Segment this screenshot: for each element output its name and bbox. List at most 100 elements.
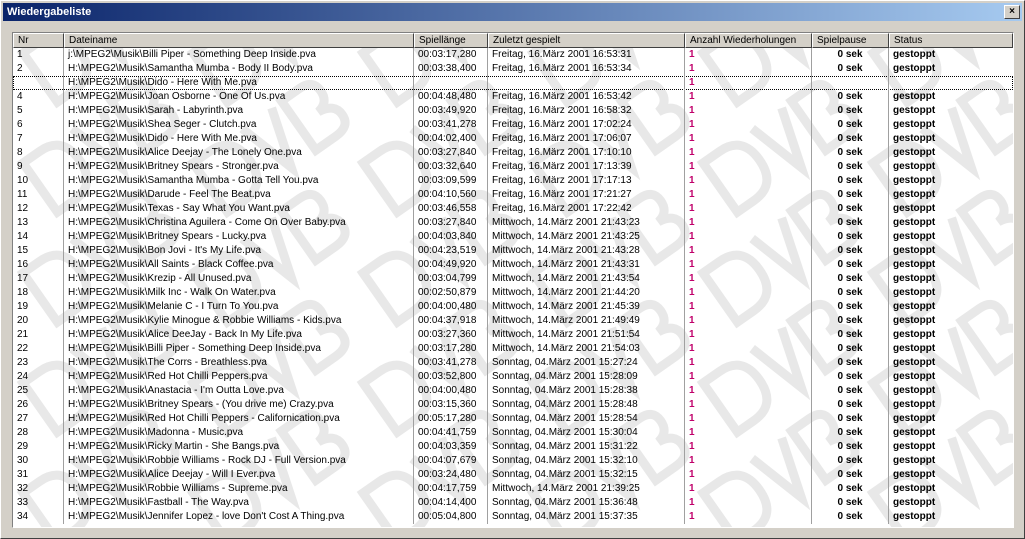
table-row[interactable]: 19 H:\MPEG2\Musik\Melanie C - I Turn To Y… — [13, 300, 1013, 314]
table-row[interactable]: H:\MPEG2\Musik\Dido - Here With Me.pva 1 — [13, 76, 1013, 90]
table-row[interactable]: 25 H:\MPEG2\Musik\Anastacia - I'm Outta L… — [13, 384, 1013, 398]
playlist-table[interactable]: Nr Dateiname Spiellänge Zuletzt gespielt Anz… — [12, 32, 1014, 528]
cell-pause: 0 sek — [812, 342, 889, 356]
table-row[interactable]: 30 H:\MPEG2\Musik\Robbie Williams - Rock … — [13, 454, 1013, 468]
cell-repeat-count: 1 — [685, 440, 812, 454]
table-row[interactable]: 9 H:\MPEG2\Musik\Britney Spears - Stronge… — [13, 160, 1013, 174]
cell-filename: H:\MPEG2\Musik\Fastball - The Way.pva — [64, 496, 414, 510]
table-row[interactable]: 6 H:\MPEG2\Musik\Shea Seger - Clutch.pva 0… — [13, 118, 1013, 132]
table-row[interactable]: 34 H:\MPEG2\Musik\Jennifer Lopez - love D… — [13, 510, 1013, 524]
table-row[interactable]: 8 H:\MPEG2\Musik\Alice Deejay - The Lonel… — [13, 146, 1013, 160]
cell-last-played: Mittwoch, 14.März 2001 21:54:03 — [488, 342, 685, 356]
cell-last-played — [488, 76, 685, 90]
table-row[interactable]: 5 H:\MPEG2\Musik\Sarah - Labyrinth.pva 00:… — [13, 104, 1013, 118]
cell-pause: 0 sek — [812, 412, 889, 426]
table-row[interactable]: 17 H:\MPEG2\Musik\Krezip - All Unused.pva… — [13, 272, 1013, 286]
table-row[interactable]: 7 H:\MPEG2\Musik\Dido - Here With Me.pva 0… — [13, 132, 1013, 146]
cell-duration: 00:05:04,800 — [414, 510, 488, 524]
cell-repeat-count: 1 — [685, 244, 812, 258]
column-header-repeat-count[interactable]: Anzahl Wiederholungen — [685, 33, 812, 48]
title-bar[interactable]: Wiedergabeliste × — [3, 3, 1022, 21]
column-header-filename[interactable]: Dateiname — [64, 33, 414, 48]
cell-filename: H:\MPEG2\Musik\Shea Seger - Clutch.pva — [64, 118, 414, 132]
table-row[interactable]: 24 H:\MPEG2\Musik\Red Hot Chilli Peppers.… — [13, 370, 1013, 384]
cell-repeat-count: 1 — [685, 160, 812, 174]
cell-nr: 28 — [13, 426, 64, 440]
table-row[interactable]: 1 j:\MPEG2\Musik\Billi Piper - Something … — [13, 48, 1013, 62]
cell-filename: H:\MPEG2\Musik\The Corrs - Breathless.pv… — [64, 356, 414, 370]
cell-repeat-count: 1 — [685, 342, 812, 356]
column-header-last-played[interactable]: Zuletzt gespielt — [488, 33, 685, 48]
cell-duration: 00:03:17,280 — [414, 48, 488, 62]
cell-nr: 12 — [13, 202, 64, 216]
column-header-nr[interactable]: Nr — [13, 33, 64, 48]
table-row[interactable]: 15 H:\MPEG2\Musik\Bon Jovi - It's My Life… — [13, 244, 1013, 258]
table-row[interactable]: 4 H:\MPEG2\Musik\Joan Osborne - One Of Us… — [13, 90, 1013, 104]
table-row[interactable]: 11 H:\MPEG2\Musik\Darude - Feel The Beat.… — [13, 188, 1013, 202]
cell-status: gestoppt — [893, 497, 936, 508]
cell-duration: 00:03:41,278 — [414, 356, 488, 370]
cell-filename: H:\MPEG2\Musik\Darude - Feel The Beat.pv… — [64, 188, 414, 202]
cell-duration: 00:03:27,840 — [414, 146, 488, 160]
cell-duration: 00:03:32,640 — [414, 160, 488, 174]
cell-status: gestoppt — [893, 469, 936, 480]
cell-last-played: Mittwoch, 14.März 2001 21:51:54 — [488, 328, 685, 342]
cell-nr: 20 — [13, 314, 64, 328]
cell-duration: 00:04:03,359 — [414, 440, 488, 454]
cell-last-played: Freitag, 16.März 2001 16:53:34 — [488, 62, 685, 76]
cell-pause: 0 sek — [812, 272, 889, 286]
cell-duration: 00:04:48,480 — [414, 90, 488, 104]
cell-duration: 00:04:10,560 — [414, 188, 488, 202]
cell-duration: 00:04:17,759 — [414, 482, 488, 496]
table-row[interactable]: 29 H:\MPEG2\Musik\Ricky Martin - She Bang… — [13, 440, 1013, 454]
cell-pause: 0 sek — [812, 510, 889, 524]
cell-status: gestoppt — [893, 441, 936, 452]
cell-repeat-count: 1 — [685, 104, 812, 118]
table-row[interactable]: 10 H:\MPEG2\Musik\Samantha Mumba - Gotta … — [13, 174, 1013, 188]
cell-filename: H:\MPEG2\Musik\Red Hot Chilli Peppers - … — [64, 412, 414, 426]
table-row[interactable]: 12 H:\MPEG2\Musik\Texas - Say What You Wa… — [13, 202, 1013, 216]
column-header-duration[interactable]: Spiellänge — [414, 33, 488, 48]
cell-status: gestoppt — [893, 273, 936, 284]
table-row[interactable]: 22 H:\MPEG2\Musik\Billi Piper - Something… — [13, 342, 1013, 356]
cell-status: gestoppt — [893, 133, 936, 144]
cell-status: gestoppt — [893, 343, 936, 354]
column-header-status[interactable]: Status — [889, 33, 1013, 48]
cell-repeat-count: 1 — [685, 412, 812, 426]
table-row[interactable]: 26 H:\MPEG2\Musik\Britney Spears - (You d… — [13, 398, 1013, 412]
table-row[interactable]: 16 H:\MPEG2\Musik\All Saints - Black Coff… — [13, 258, 1013, 272]
table-row[interactable]: 21 H:\MPEG2\Musik\Alice DeeJay - Back In … — [13, 328, 1013, 342]
close-button[interactable]: × — [1004, 5, 1020, 19]
table-row[interactable]: 13 H:\MPEG2\Musik\Christina Aguilera - Co… — [13, 216, 1013, 230]
cell-duration: 00:03:27,840 — [414, 216, 488, 230]
close-icon: × — [1009, 6, 1015, 17]
table-row[interactable]: 27 H:\MPEG2\Musik\Red Hot Chilli Peppers … — [13, 412, 1013, 426]
cell-nr: 33 — [13, 496, 64, 510]
table-row[interactable]: 31 H:\MPEG2\Musik\Alice Deejay - Will I E… — [13, 468, 1013, 482]
table-row[interactable]: 2 H:\MPEG2\Musik\Samantha Mumba - Body II… — [13, 62, 1013, 76]
table-row[interactable]: 20 H:\MPEG2\Musik\Kylie Minogue & Robbie … — [13, 314, 1013, 328]
cell-repeat-count: 1 — [685, 454, 812, 468]
cell-repeat-count: 1 — [685, 426, 812, 440]
cell-nr: 10 — [13, 174, 64, 188]
cell-status: gestoppt — [893, 203, 936, 214]
cell-last-played: Freitag, 16.März 2001 17:06:07 — [488, 132, 685, 146]
cell-repeat-count: 1 — [685, 328, 812, 342]
cell-status: gestoppt — [893, 245, 936, 256]
cell-pause: 0 sek — [812, 132, 889, 146]
cell-filename: H:\MPEG2\Musik\Ricky Martin - She Bangs.… — [64, 440, 414, 454]
column-header-pause[interactable]: Spielpause — [812, 33, 889, 48]
cell-repeat-count: 1 — [685, 496, 812, 510]
table-row[interactable]: 14 H:\MPEG2\Musik\Britney Spears - Lucky.… — [13, 230, 1013, 244]
cell-last-played: Sonntag, 04.März 2001 15:28:38 — [488, 384, 685, 398]
table-row[interactable]: 18 H:\MPEG2\Musik\Milk Inc - Walk On Wate… — [13, 286, 1013, 300]
cell-nr: 6 — [13, 118, 64, 132]
table-row[interactable]: 23 H:\MPEG2\Musik\The Corrs - Breathless.… — [13, 356, 1013, 370]
cell-pause: 0 sek — [812, 440, 889, 454]
table-row[interactable]: 28 H:\MPEG2\Musik\Madonna - Music.pva 00:0… — [13, 426, 1013, 440]
table-row[interactable]: 33 H:\MPEG2\Musik\Fastball - The Way.pva 0… — [13, 496, 1013, 510]
cell-duration: 00:04:41,759 — [414, 426, 488, 440]
cell-status: gestoppt — [893, 49, 936, 60]
table-row[interactable]: 32 H:\MPEG2\Musik\Robbie Williams - Supre… — [13, 482, 1013, 496]
cell-nr: 4 — [13, 90, 64, 104]
